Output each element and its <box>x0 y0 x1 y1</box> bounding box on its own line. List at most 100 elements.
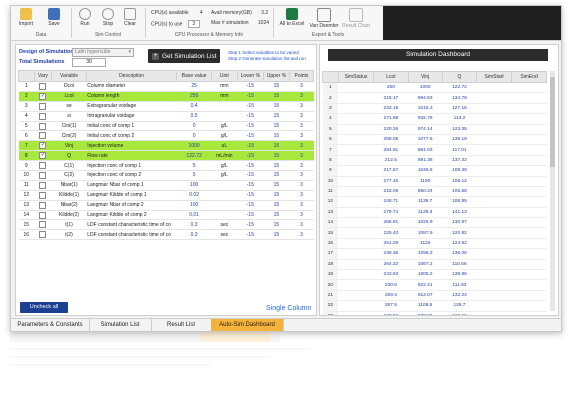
upper-cell[interactable]: 15 <box>263 180 290 191</box>
column-header-variable[interactable]: Variable <box>51 70 87 82</box>
vary-checkbox[interactable] <box>34 121 52 132</box>
checkbox[interactable] <box>39 112 47 120</box>
points-cell[interactable]: 3 <box>289 229 314 241</box>
points-cell[interactable]: 3 <box>289 111 314 122</box>
vary-checkbox[interactable] <box>34 101 52 112</box>
column-header-unit[interactable]: Unit <box>210 70 238 82</box>
base-value-cell[interactable]: 0.02 <box>176 190 212 201</box>
checkbox[interactable] <box>39 102 47 110</box>
table-row[interactable]: 13 279.74 1129.3 141.13 <box>322 207 547 219</box>
points-cell[interactable]: 3 <box>289 219 314 231</box>
vary-checkbox[interactable] <box>34 81 52 92</box>
checkbox[interactable] <box>39 171 47 179</box>
points-cell[interactable]: 3 <box>289 121 314 132</box>
column-header-simstatus[interactable]: SimStatus <box>337 71 375 83</box>
table-row[interactable]: 1 250 1000 122.72 <box>322 82 547 94</box>
lower-cell[interactable]: -15 <box>237 111 264 122</box>
table-row[interactable]: 11 Nbar(1) Langmuir Nbar of comp 1 100 -15 15… <box>18 180 314 191</box>
table-row[interactable]: 5 220.26 974.14 123.35 <box>322 124 547 135</box>
lower-cell[interactable]: -15 <box>237 219 264 231</box>
design-of-simulation-select[interactable]: Latin hypercube ▾ <box>72 48 134 57</box>
table-row[interactable]: 20 230.6 922.41 111.93 <box>322 279 547 291</box>
table-row[interactable]: 2 LcolColumn length250mm-15153 <box>18 91 314 102</box>
base-value-cell[interactable]: 0 <box>176 130 212 142</box>
upper-cell[interactable]: 15 <box>263 81 290 92</box>
base-value-cell[interactable]: 0 <box>176 121 212 132</box>
upper-cell[interactable]: 15 <box>263 190 290 201</box>
vary-checkbox[interactable] <box>34 200 52 211</box>
lower-cell[interactable]: -15 <box>237 140 264 152</box>
checkbox[interactable] <box>39 82 47 90</box>
lower-cell[interactable]: -15 <box>237 81 264 92</box>
vary-checkbox[interactable] <box>34 160 52 172</box>
points-cell[interactable]: 3 <box>289 180 314 191</box>
lower-cell[interactable]: -15 <box>237 91 264 102</box>
tab-simulation-list[interactable]: Simulation List <box>89 319 152 331</box>
stop-button[interactable]: Stop <box>97 8 119 27</box>
table-row[interactable]: 11 215.09 860.34 105.58 <box>322 186 547 198</box>
lower-cell[interactable]: -15 <box>237 101 264 112</box>
table-row[interactable]: 10 277.16 1150 108.12 <box>322 176 547 187</box>
points-cell[interactable]: 3 <box>289 170 314 181</box>
table-row[interactable]: 16 t(2) LDF constant characteristic time o… <box>18 229 314 241</box>
vary-checkbox[interactable] <box>34 190 52 201</box>
column-header-simend[interactable]: SimEnd <box>511 71 547 83</box>
checkbox[interactable] <box>39 92 47 100</box>
vary-checkbox[interactable] <box>34 111 52 122</box>
base-value-cell[interactable]: 0.01 <box>176 210 212 221</box>
total-simulations-input[interactable]: 30 <box>72 58 106 67</box>
vary-checkbox[interactable] <box>34 91 52 102</box>
points-cell[interactable]: 3 <box>289 130 314 142</box>
vary-checkbox[interactable] <box>34 150 52 162</box>
checkbox[interactable] <box>39 122 47 130</box>
table-row[interactable]: 3 se Extragranular voidage 0.4 -15 15 3 <box>18 101 314 112</box>
checkbox[interactable] <box>39 221 47 229</box>
upper-cell[interactable]: 15 <box>263 210 290 221</box>
clear-button[interactable]: Clear <box>119 8 141 27</box>
uncheck-all-button[interactable]: Uncheck all <box>20 302 68 313</box>
points-cell[interactable]: 3 <box>289 190 314 201</box>
column-header-base-value[interactable]: Base value <box>176 70 212 82</box>
vertical-scrollbar[interactable] <box>550 71 555 311</box>
points-cell[interactable]: 3 <box>289 200 314 211</box>
table-row[interactable]: 22 287.5 1108.6 129.7 <box>322 300 547 312</box>
base-value-cell[interactable]: 100 <box>176 200 212 211</box>
tab-result-list[interactable]: Result List <box>151 319 212 331</box>
tab-parameters-constants[interactable]: Parameters & Constants <box>11 319 90 331</box>
base-value-cell[interactable]: 0.4 <box>176 101 212 112</box>
table-row[interactable]: 14 Kildde(2) Langmuir Kildde of comp 2 0.01… <box>18 210 314 221</box>
column-header-upper[interactable]: Upper % <box>262 70 290 82</box>
upper-cell[interactable]: 15 <box>263 150 290 162</box>
import-button[interactable]: Import <box>15 8 37 27</box>
table-row[interactable]: 6 259.05 1077.6 139.19 <box>322 134 547 146</box>
vary-checkbox[interactable] <box>34 219 52 231</box>
lower-cell[interactable]: -15 <box>237 150 264 162</box>
vary-checkbox[interactable] <box>34 170 52 181</box>
column-header-lcol[interactable]: Lcol <box>373 71 409 83</box>
points-cell[interactable]: 3 <box>289 150 314 162</box>
checkbox[interactable] <box>39 132 47 140</box>
upper-cell[interactable]: 15 <box>263 91 290 102</box>
table-row[interactable]: 21 269.4 912.07 132.24 <box>322 290 547 302</box>
result-chart-button[interactable]: Result Chart <box>341 8 371 29</box>
points-cell[interactable]: 3 <box>289 81 314 92</box>
vary-checkbox[interactable] <box>34 140 52 152</box>
vary-checkbox[interactable] <box>34 210 52 221</box>
checkbox[interactable] <box>39 231 47 239</box>
points-cell[interactable]: 3 <box>289 101 314 112</box>
checkbox[interactable] <box>39 201 47 209</box>
lower-cell[interactable]: -15 <box>237 170 264 181</box>
lower-cell[interactable]: -15 <box>237 160 264 172</box>
base-value-cell[interactable]: 0.5 <box>176 111 212 122</box>
checkbox[interactable] <box>39 181 47 189</box>
run-button[interactable]: Run <box>74 8 96 27</box>
vary-checkbox[interactable] <box>34 180 52 191</box>
checkbox[interactable] <box>39 162 47 170</box>
base-value-cell[interactable]: 100 <box>176 180 212 191</box>
table-row[interactable]: 6 Cini(2) Initial conc of comp 2 0 g/L -15 15 3 <box>18 130 314 142</box>
table-row[interactable]: 8 212.5 891.38 137.32 <box>322 155 547 167</box>
upper-cell[interactable]: 15 <box>263 219 290 231</box>
lower-cell[interactable]: -15 <box>237 190 264 201</box>
table-row[interactable]: 18 264.22 1067.2 110.66 <box>322 259 547 271</box>
upper-cell[interactable]: 15 <box>263 229 290 241</box>
